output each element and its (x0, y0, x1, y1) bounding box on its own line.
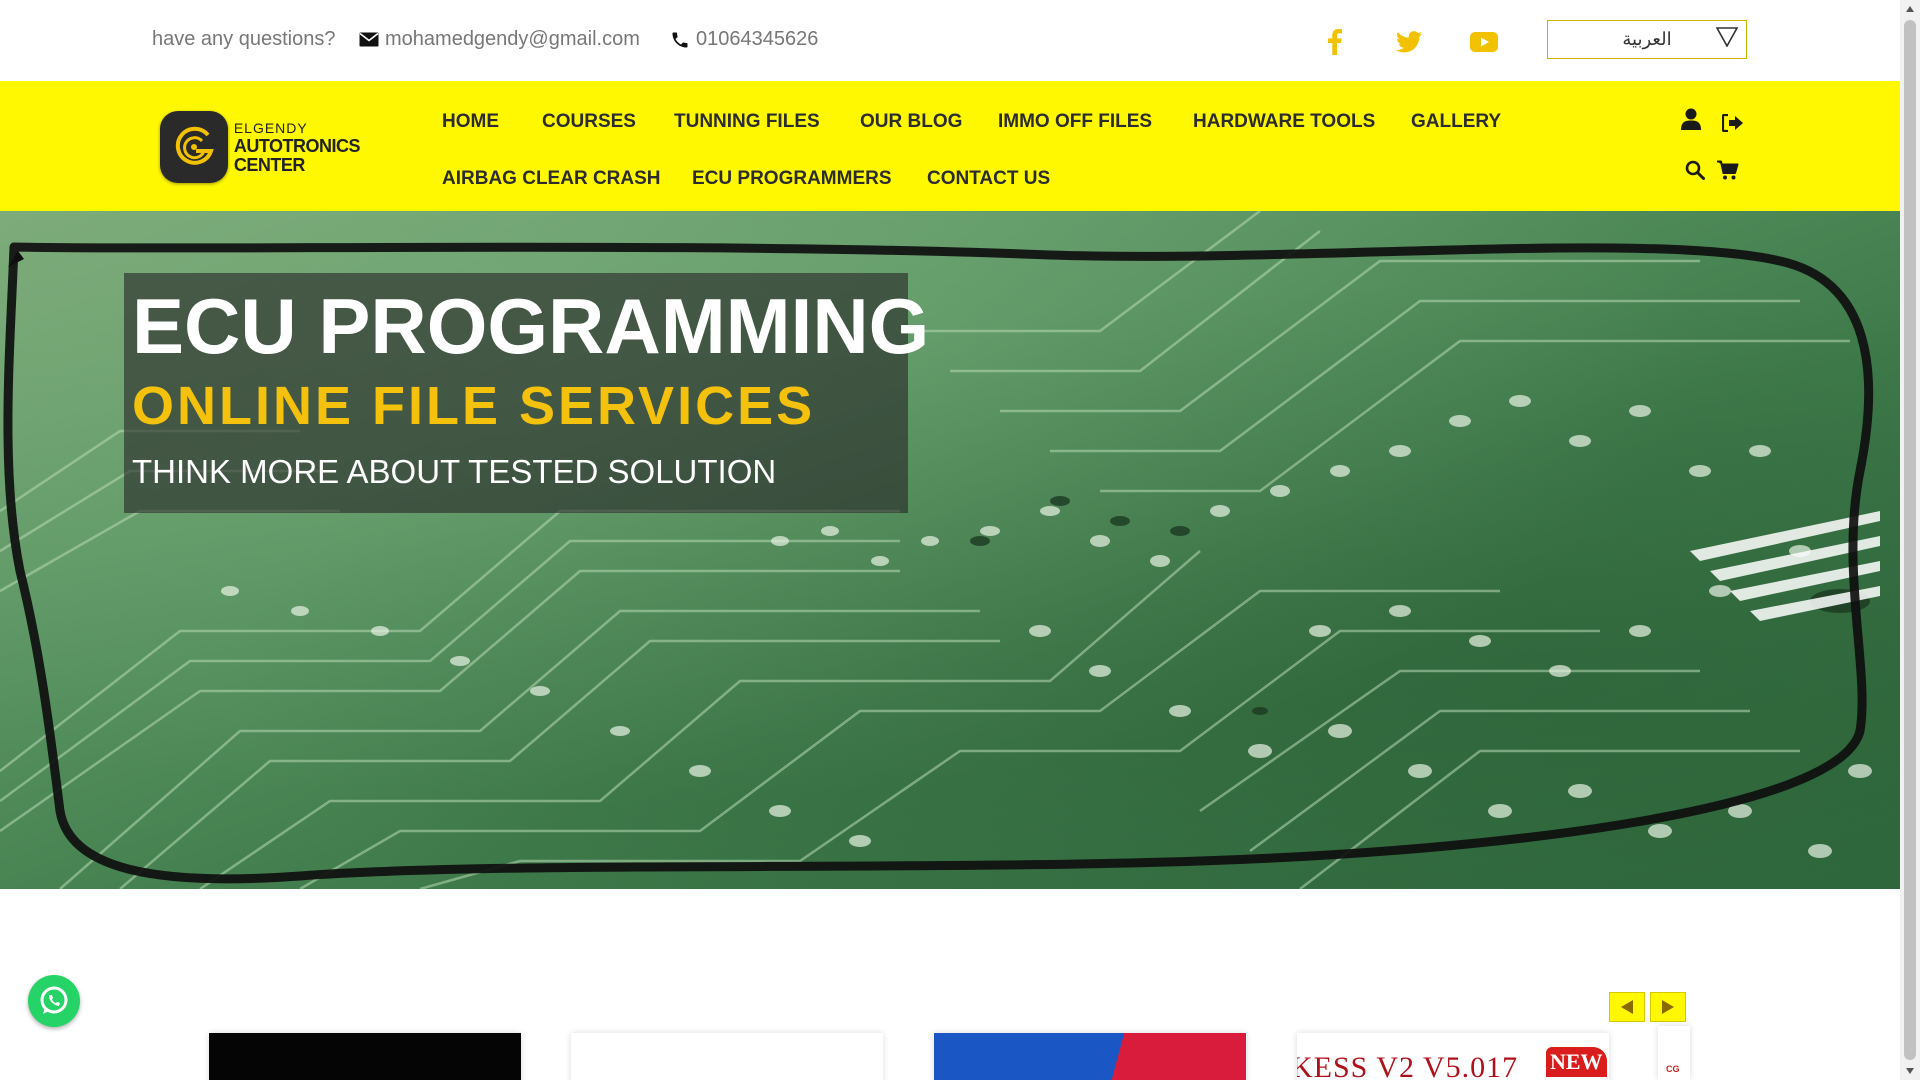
carousel-prev-button[interactable] (1609, 992, 1645, 1022)
logo-mark-icon (175, 126, 214, 165)
language-value: العربية (1622, 29, 1672, 49)
nav-gallery[interactable]: GALLERY (1411, 111, 1501, 133)
nav-airbag-clear-crash[interactable]: AIRBAG CLEAR CRASH (442, 168, 661, 190)
email-link[interactable]: mohamedgendy@gmail.com (359, 28, 640, 51)
hero-subtitle: ONLINE FILE SERVICES (132, 376, 816, 436)
logout-icon (1722, 114, 1743, 132)
account-button[interactable] (1678, 106, 1704, 132)
nav-ecu-programmers[interactable]: ECU PROGRAMMERS (692, 168, 892, 190)
scroll-down-icon[interactable] (1905, 1066, 1915, 1076)
scroll-thumb[interactable] (1904, 20, 1916, 1060)
product-card[interactable] (934, 1033, 1246, 1080)
logo-badge (160, 111, 228, 183)
whatsapp-button[interactable] (28, 975, 80, 1027)
hero-banner: ECU PROGRAMMING ONLINE FILE SERVICES THI… (0, 211, 1900, 889)
search-button[interactable] (1682, 157, 1708, 183)
product-card[interactable] (571, 1033, 883, 1080)
facebook-link[interactable] (1321, 28, 1349, 56)
language-select[interactable]: العربية (1547, 20, 1747, 59)
hero-title: ECU PROGRAMMING (132, 282, 930, 370)
user-icon (1681, 108, 1701, 130)
questions-label: have any questions? (152, 28, 336, 50)
site-logo[interactable]: ELGENDY AUTOTRONICS CENTER (160, 109, 361, 185)
phone-link[interactable]: 01064345626 (670, 28, 818, 51)
nav-our-blog[interactable]: OUR BLOG (860, 111, 962, 133)
nav-courses[interactable]: COURSES (542, 111, 636, 133)
nav-tunning-files[interactable]: TUNNING FILES (674, 111, 820, 133)
product-card-partial[interactable]: CG (1658, 1026, 1690, 1080)
carousel-next-button[interactable] (1650, 992, 1686, 1022)
youtube-link[interactable] (1470, 28, 1498, 56)
twitter-icon (1396, 31, 1422, 53)
top-bar: have any questions? mohamedgendy@gmail.c… (0, 0, 1900, 81)
youtube-icon (1470, 32, 1498, 52)
product-card-title: KESS V2 V5.017 (1297, 1051, 1519, 1080)
cart-button[interactable] (1715, 157, 1741, 183)
facebook-icon (1328, 29, 1342, 55)
logo-line-2: AUTOTRONICS (233, 135, 361, 156)
logo-line-1: ELGENDY (233, 119, 308, 136)
nav-hardware-tools[interactable]: HARDWARE TOOLS (1193, 111, 1375, 133)
page: have any questions? mohamedgendy@gmail.c… (0, 0, 1920, 1080)
mail-icon (359, 32, 379, 47)
cart-icon (1717, 160, 1739, 180)
nav-contact-us[interactable]: CONTACT US (927, 168, 1050, 190)
logout-button[interactable] (1720, 110, 1746, 136)
main-navbar: ELGENDY AUTOTRONICS CENTER HOME COURSES … (0, 81, 1900, 211)
twitter-link[interactable] (1395, 28, 1423, 56)
vertical-scrollbar[interactable] (1900, 0, 1920, 1080)
nav-immo-off-files[interactable]: IMMO OFF FILES (998, 111, 1152, 133)
nav-home[interactable]: HOME (442, 111, 499, 133)
product-card[interactable] (209, 1033, 521, 1080)
search-icon (1685, 160, 1705, 180)
hero-tagline: THINK MORE ABOUT TESTED SOLUTION (132, 453, 777, 490)
new-badge: NEW (1546, 1047, 1607, 1077)
phone-text: 01064345626 (696, 28, 819, 50)
arrow-left-icon (1621, 1000, 1633, 1014)
chevron-down-icon (1716, 27, 1738, 47)
scroll-up-icon[interactable] (1905, 4, 1915, 14)
logo-line-3: CENTER (233, 154, 306, 175)
email-text: mohamedgendy@gmail.com (385, 28, 640, 50)
product-card[interactable]: KESS V2 V5.017 NEW (1297, 1033, 1609, 1080)
whatsapp-icon (40, 986, 68, 1014)
phone-icon (672, 32, 688, 47)
product-card-partial-logo: CG (1666, 1064, 1680, 1074)
arrow-right-icon (1662, 1000, 1674, 1014)
